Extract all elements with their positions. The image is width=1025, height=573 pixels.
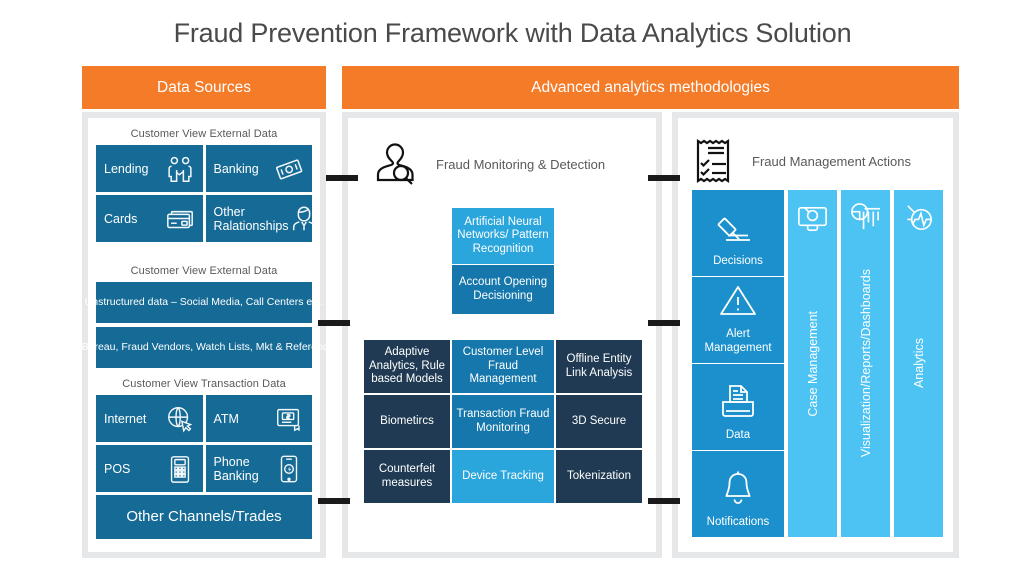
band-unstructured-data[interactable]: Unstructured data – Social Media, Call C… (85, 282, 323, 323)
group-customer-view-external-data-2: Customer View External Data Unstructured… (51, 259, 357, 368)
mobile-phone-icon (274, 454, 304, 484)
vbar-visualization-reports-dashboards[interactable]: Visualization/Reports/Dashboards (841, 190, 890, 537)
briefcase-magnifier-icon (795, 200, 830, 235)
slide-canvas: Fraud Prevention Framework with Data Ana… (0, 0, 1025, 573)
gavel-icon (717, 207, 759, 249)
rtile-decisions[interactable]: Decisions (692, 190, 784, 276)
warning-triangle-icon (717, 280, 759, 322)
cell-label: Customer Level Fraud Management (462, 346, 544, 386)
group-customer-view-transaction-data: Customer View Transaction Data Internet (96, 372, 312, 551)
fraud-management-heading: Fraud Management Actions (692, 136, 911, 186)
person-magnifier-icon (370, 138, 422, 190)
cell-label: Counterfeit measures (378, 462, 436, 489)
tile-label: POS (104, 461, 131, 476)
bar-pie-chart-icon (848, 200, 883, 235)
globe-cursor-icon (165, 404, 195, 434)
tile-atm[interactable]: ATM (205, 395, 312, 442)
cell-counterfeit-measures[interactable]: Counterfeit measures (364, 450, 450, 503)
cell-tokenization[interactable]: Tokenization (556, 450, 642, 503)
person-tie-icon (289, 204, 319, 234)
band-label: Unstructured data – Social Media, Call C… (84, 295, 324, 308)
tile-banking[interactable]: Banking (205, 145, 312, 192)
rtile-label: Data (725, 429, 751, 442)
tile-label: Lending (104, 161, 149, 176)
header-advanced-analytics: Advanced analytics methodologies (342, 66, 959, 109)
connector-left-mid (318, 320, 350, 326)
group-title: Customer View External Data (130, 265, 278, 277)
band-label: Credit Bureau, Fraud Vendors, Watch List… (50, 340, 358, 353)
vbar-label: Visualization/Reports/Dashboards (858, 269, 873, 458)
data-sources-panel: Customer View External Data Lending Bank… (51, 112, 357, 558)
bell-icon (717, 468, 759, 510)
pos-terminal-icon (165, 454, 195, 484)
tile-phone-banking[interactable]: Phone Banking (205, 445, 312, 492)
group-customer-view-external-data-1: Customer View External Data Lending Bank… (96, 122, 315, 250)
group-title: Customer View External Data (130, 128, 278, 140)
cell-3d-secure[interactable]: 3D Secure (556, 395, 642, 448)
tile-other-channels-trades[interactable]: Other Channels/Trades (96, 495, 312, 539)
banknote-icon (274, 154, 304, 184)
folder-document-icon (717, 381, 759, 423)
tile-label: Cards (104, 211, 138, 226)
vbar-case-management[interactable]: Case Management (788, 190, 837, 537)
tile-label: Internet (104, 411, 147, 426)
vbar-label: Case Management (805, 310, 820, 417)
cell-account-opening-decisioning[interactable]: Account Opening Decisioning (452, 265, 554, 314)
cell-label: Transaction Fraud Monitoring (456, 407, 550, 434)
cell-label: Biometircs (380, 414, 434, 427)
vbar-label: Analytics (911, 338, 926, 389)
cell-label: Adaptive Analytics, Rule based Models (368, 346, 446, 386)
vbar-analytics[interactable]: Analytics (894, 190, 943, 537)
cell-transaction-fraud-monitoring[interactable]: Transaction Fraud Monitoring (452, 395, 554, 448)
checklist-document-icon (692, 136, 738, 186)
handshake-icon (165, 154, 195, 184)
cell-device-tracking[interactable]: Device Tracking (452, 450, 554, 503)
cell-label: 3D Secure (571, 414, 627, 427)
tile-label: Banking (213, 161, 259, 176)
atm-icon (274, 404, 304, 434)
heading-label: Fraud Management Actions (752, 153, 911, 169)
rtile-notifications[interactable]: Notifications (692, 451, 784, 537)
cell-offline-entity-link-analysis[interactable]: Offline Entity Link Analysis (556, 340, 642, 393)
connector-left-bottom (318, 498, 350, 504)
cell-label: Artificial Neural Networks/ Pattern Reco… (457, 215, 549, 255)
page-title: Fraud Prevention Framework with Data Ana… (173, 18, 852, 48)
connector-right-bottom (648, 498, 680, 504)
cell-label: Device Tracking (462, 469, 544, 482)
pulse-magnifier-icon (901, 200, 936, 235)
rtile-alert-management[interactable]: Alert Management (692, 277, 784, 363)
cell-label: Offline Entity Link Analysis (565, 352, 633, 379)
connector-right-top (648, 175, 680, 181)
group-title: Customer View Transaction Data (122, 378, 286, 390)
band-credit-bureau[interactable]: Credit Bureau, Fraud Vendors, Watch List… (51, 327, 357, 368)
rtile-data[interactable]: Data (692, 364, 784, 450)
fraud-management-actions-panel: Fraud Management Actions Decisions Alert… (672, 112, 959, 558)
rtile-label: Decisions (713, 255, 763, 268)
tile-label: Other Channels/Trades (126, 507, 282, 525)
cell-artificial-neural-networks[interactable]: Artificial Neural Networks/ Pattern Reco… (452, 208, 554, 264)
cell-adaptive-analytics[interactable]: Adaptive Analytics, Rule based Models (364, 340, 450, 393)
cell-biometrics[interactable]: Biometircs (364, 395, 450, 448)
rtile-label: Notifications (706, 516, 770, 529)
heading-label: Fraud Monitoring & Detection (436, 156, 606, 172)
tile-lending[interactable]: Lending (96, 145, 203, 192)
tile-label: Phone Banking (213, 454, 259, 483)
tile-internet[interactable]: Internet (96, 395, 203, 442)
tile-label: Other Ralationships (213, 204, 289, 233)
fraud-monitoring-panel: Fraud Monitoring & Detection Artificial … (342, 112, 662, 558)
tile-other-relationships[interactable]: Other Ralationships (205, 195, 315, 242)
header-data-sources: Data Sources (82, 66, 326, 109)
credit-card-icon (165, 204, 195, 234)
fraud-monitoring-heading: Fraud Monitoring & Detection (370, 138, 605, 190)
connector-left-top (326, 175, 358, 181)
connector-right-mid (648, 320, 680, 326)
cell-customer-level-fraud-management[interactable]: Customer Level Fraud Management (452, 340, 554, 393)
tile-cards[interactable]: Cards (96, 195, 203, 242)
cell-label: Tokenization (567, 469, 631, 482)
rtile-label: Alert Management (704, 328, 772, 355)
tile-pos[interactable]: POS (96, 445, 203, 492)
cell-label: Account Opening Decisioning (458, 275, 548, 302)
tile-label: ATM (213, 411, 239, 426)
